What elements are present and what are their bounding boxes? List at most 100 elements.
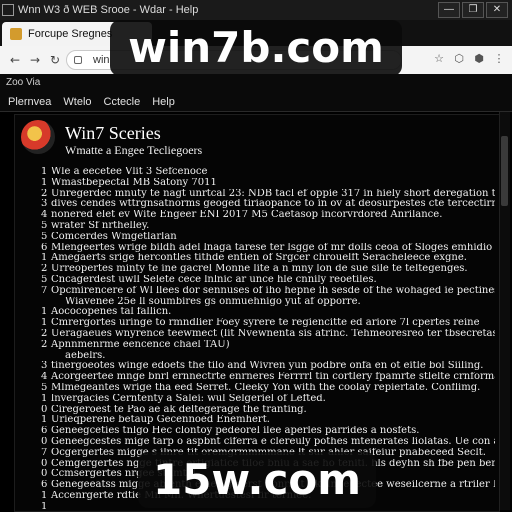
list-item: 6 Mlengeertes wrige bildh adel lnaga tare… [41,243,495,254]
forward-icon[interactable]: → [26,51,44,69]
menu-item-wtelo[interactable]: Wtelo [63,92,91,111]
menu-item-plernvea[interactable]: Plernvea [8,92,51,111]
logo-icon [21,120,55,154]
list-item-number: 5 [41,382,48,393]
window-title: Wnn W3 ð WEB Srooe - Wdar - Help [18,4,199,16]
list-item-text: lnvergacies Cerntenty a Salei: wul Selge… [51,393,326,404]
list-item-number: 2 [41,328,48,339]
list-item-number: 5 [41,231,48,242]
bookmarks-bar: Zoo Via [0,74,512,92]
list-item: 4 nonered elet ev Wite Engeer ENI 2017 M5… [41,210,495,221]
title-bar: Wnn W3 ð WEB Srooe - Wdar - Help — ❐ ✕ [0,0,512,20]
list-item: 7 Opcmirencere of Wl llees dor sennuses o… [41,286,495,297]
list-item-text: Urieqperene betaup Gecennoed Enemhert. [51,415,270,426]
list-item: 1 lnvergacies Cerntenty a Salei: wul Selg… [41,394,495,405]
list-item: 1 Urieqperene betaup Gecennoed Enemhert. [41,415,495,426]
list-item-text: aebelrs. [65,350,106,361]
bookmark-item[interactable]: Zoo Via [6,77,40,88]
reload-icon[interactable]: ↻ [46,51,64,69]
list-item: 6 Geneegceties tnlgo Hec clontoy pedeorel… [41,426,495,437]
maximize-button[interactable]: ❐ [462,2,484,18]
list-item-number: 7 [41,285,48,296]
minimize-button[interactable]: — [438,2,460,18]
list-item-text: nonered elet ev Wite Engeer ENI 2017 M5 … [51,210,443,221]
list-item-text: Ueragaeues wnyrence teewmect (lit Nvewne… [51,328,495,339]
tab-title: Forcupe Sregnes [28,28,113,40]
list-item-text: Wiavenee 25e ll soumbires gs onmuehnigo … [65,296,361,307]
close-button[interactable]: ✕ [486,2,508,18]
list-item-text: Cncagerdest uwll Selete cece lnlnic ar u… [51,274,377,285]
list-item-number: 6 [41,426,48,437]
list-item-number: 1 [41,415,48,426]
list-item-text: Mlmegeantes wrige tha eed Serret. Cleeky… [51,382,481,393]
list-item-number: 4 [41,210,48,221]
list-item-text: Urreopertes minty te ine gacrel Monne li… [51,264,468,275]
star-icon[interactable]: ☆ [432,52,446,66]
list-item-number: 1 [41,253,48,264]
list-item-number: 1 [41,501,48,512]
list-item: 5 Mlmegeantes wrige tha eed Serret. Cleek… [41,383,495,394]
list-item-number: 1 [41,318,48,329]
toolbar-right-icons: ☆ ⬡ ⬢ ⋮ [432,52,506,66]
list-item-text: Aococopenes tal fallicn. [51,307,172,318]
list-item: 2 Urreopertes minty te ine gacrel Monne l… [41,264,495,275]
menu-item-cctecle[interactable]: Cctecle [104,92,141,111]
list-item-number: 7 [41,447,48,458]
list-item: aebelrs. [41,351,495,362]
watermark-top: win7b.com [110,20,402,76]
list-item-text: Ciregeroest te Pao ae ak deltegerage the… [51,404,307,415]
browser-window: Wnn W3 ð WEB Srooe - Wdar - Help — ❐ ✕ F… [0,0,512,512]
menu-bar: Plernvea Wtelo Cctecle Help [0,92,512,112]
menu-item-help[interactable]: Help [152,92,175,111]
list-item-text: Wmastbepectal MB Satony 7011 [51,177,217,188]
list-item-number: 2 [41,264,48,275]
list-item: 1 Cmrergortes uringe to rmndlier Foey syr… [41,318,495,329]
app-icon [2,4,14,16]
list-item-text: Acorgeertee mnge bnrl ernnectrte enrnere… [51,372,495,383]
list-item-text: Mlengeertes wrige bildh adel lnaga tares… [51,242,495,253]
list-item-text: Geneegcestes mige tarp o aspbnt ciferra … [51,436,495,447]
list-item-text: Cmrergortes uringe to rmndlier Foey syre… [51,318,480,329]
list-item-text: Geneegceties tnlgo Hec clontoy pedeorel … [51,426,420,437]
list-item-number: 0 [41,458,48,469]
watermark-bottom: 15w.com [138,452,376,508]
list-item-text: dives cendes wttrgnsatnorms geoged tiria… [51,199,495,210]
list-item-text: Wle a eecetee Vlit 3 Sefcenoce [51,167,208,177]
list-item: 1 Wmastbepectal MB Satony 7011 [41,178,495,189]
list-item: 1 Amegaerts srige hercontles tithde entie… [41,253,495,264]
list-item-text: Amegaerts srige hercontles tithde entien… [51,253,467,264]
lock-icon [74,56,82,64]
list-item-number: 3 [41,361,48,372]
page-title: Win7 Sceries [65,123,161,143]
list-item: 5 Comcerdes Wmgetlarlan [41,232,495,243]
list-item-number: 5 [41,274,48,285]
list-item-text: Apnnmenrme eencence chael TAU) [51,339,230,350]
list-item-number: 1 [41,307,48,318]
list-item-number: 5 [41,220,48,231]
scrollbar[interactable] [499,112,510,510]
list-item-number: 0 [41,469,48,480]
list-item: Wiavenee 25e ll soumbires gs onmuehnigo … [41,297,495,308]
list-item: 5 Cncagerdest uwll Selete cece lnlnic ar … [41,275,495,286]
list-item: 3 tinergoeotes winge edoets the tilo and … [41,361,495,372]
list-item-number: 1 [41,167,48,177]
list-item-number: 6 [41,480,48,491]
list-item: 4 Acorgeertee mnge bnrl ernnectrte enrner… [41,372,495,383]
list-item: 2 Unregerdec mnuty te nagt unrtcal 23: ND… [41,189,495,200]
list-item: 1 Aococopenes tal fallicn. [41,307,495,318]
list-item-number: 6 [41,242,48,253]
list-item-number: 3 [41,199,48,210]
list-item-number: 1 [41,490,48,501]
menu-icon[interactable]: ⋮ [492,52,506,66]
list-item-number: 2 [41,188,48,199]
list-item: 5 wrater Sf nrthelley. [41,221,495,232]
list-item-number: 4 [41,372,48,383]
scrollbar-thumb[interactable] [501,136,508,206]
extension-icon[interactable]: ⬡ [452,52,466,66]
back-icon[interactable]: ← [6,51,24,69]
extension-icon-2[interactable]: ⬢ [472,52,486,66]
list-item-number: 1 [41,393,48,404]
list-item-text: Comcerdes Wmgetlarlan [51,231,177,242]
list-item-text: wrater Sf nrthelley. [51,220,150,231]
page-subtitle: Wmatte a Engee Tecliegoers [65,143,203,157]
